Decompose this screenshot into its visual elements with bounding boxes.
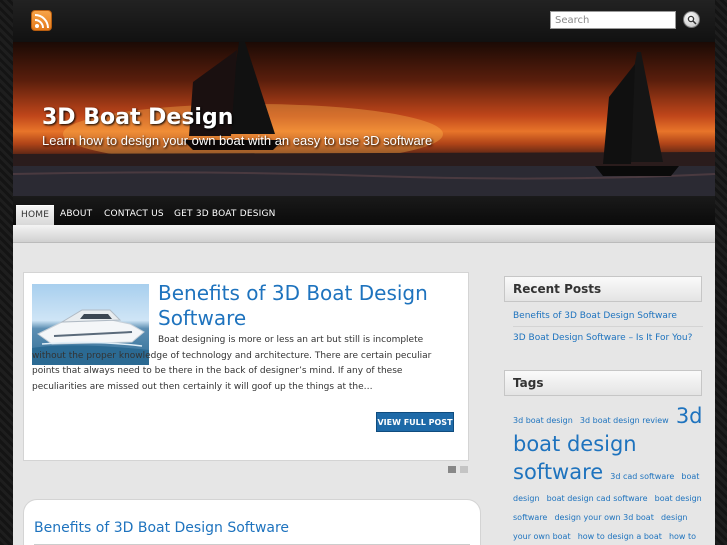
tag-link[interactable]: 3d cad software <box>610 472 674 481</box>
recent-posts-title: Recent Posts <box>504 276 702 302</box>
tag-link[interactable]: 3d boat design <box>513 416 573 425</box>
header-banner: 3D Boat Design Learn how to design your … <box>13 42 715 196</box>
tag-link[interactable]: 3d boat design review <box>580 416 669 425</box>
featured-post-excerpt: Boat designing is more or less an art bu… <box>32 335 432 392</box>
search-input[interactable] <box>550 11 676 29</box>
main-nav: HOME ABOUT CONTACT US GET 3D BOAT DESIGN <box>13 196 715 225</box>
site-description: Learn how to design your own boat with a… <box>42 133 433 148</box>
rss-icon[interactable] <box>31 10 52 31</box>
tag-link[interactable]: boat design cad software <box>547 494 648 503</box>
tag-link[interactable]: design your own 3d boat <box>554 513 653 522</box>
post-card: Benefits of 3D Boat Design Software <box>23 499 481 545</box>
nav-about[interactable]: ABOUT <box>55 205 97 225</box>
post-title[interactable]: Benefits of 3D Boat Design Software <box>34 520 289 536</box>
tags-title: Tags <box>504 370 702 396</box>
nav-get-3d-boat-design[interactable]: GET 3D BOAT DESIGN <box>169 205 281 225</box>
featured-post-title[interactable]: Benefits of 3D Boat Design Software <box>158 281 458 331</box>
view-full-post-button[interactable]: VIEW FULL POST <box>376 412 454 432</box>
tag-link[interactable]: how to design a boat <box>578 532 662 541</box>
search-icon[interactable] <box>683 11 700 28</box>
nav-contact-us[interactable]: CONTACT US <box>99 205 169 225</box>
slider-dot-active[interactable] <box>448 466 456 473</box>
top-bar <box>13 0 715 42</box>
site-title[interactable]: 3D Boat Design <box>42 105 233 130</box>
featured-post: Benefits of 3D Boat Design Software Boat… <box>23 272 469 461</box>
recent-post-link[interactable]: 3D Boat Design Software – Is It For You? <box>513 333 692 343</box>
nav-home[interactable]: HOME <box>16 205 55 225</box>
divider <box>513 326 703 327</box>
recent-post-link[interactable]: Benefits of 3D Boat Design Software <box>513 311 677 321</box>
tag-cloud: 3d boat design 3d boat design review 3d … <box>513 402 707 545</box>
sub-nav-bar <box>13 225 715 243</box>
slider-dot[interactable] <box>460 466 468 473</box>
